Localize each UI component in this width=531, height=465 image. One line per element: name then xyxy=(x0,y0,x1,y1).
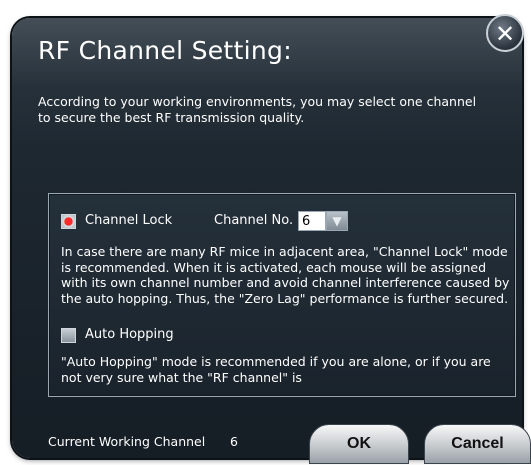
auto-hopping-description: "Auto Hopping" mode is recommended if yo… xyxy=(61,354,491,385)
current-working-channel-label: Current Working Channel xyxy=(48,434,206,449)
channel-no-label: Channel No. xyxy=(214,213,294,228)
rf-channel-dialog: RF Channel Setting: According to your wo… xyxy=(12,18,522,458)
channel-lock-checkbox[interactable] xyxy=(61,214,76,229)
channel-mode-panel: Channel Lock Channel No. 6 ▼ In case the… xyxy=(48,193,516,397)
auto-hopping-checkbox[interactable] xyxy=(61,328,76,343)
cancel-button[interactable]: Cancel xyxy=(424,424,531,464)
dialog-description: According to your working environments, … xyxy=(38,94,477,125)
dialog-title: RF Channel Setting: xyxy=(38,36,292,65)
current-working-channel-value: 6 xyxy=(230,434,238,449)
channel-lock-label: Channel Lock xyxy=(85,213,173,228)
auto-hopping-label: Auto Hopping xyxy=(85,327,174,342)
ok-button[interactable]: OK xyxy=(309,424,409,464)
channel-dropdown-arrow-icon[interactable]: ▼ xyxy=(326,211,348,231)
close-icon[interactable]: ✕ xyxy=(486,14,524,52)
channel-number-select[interactable]: 6 xyxy=(298,211,326,231)
window-frame: RF Channel Setting: According to your wo… xyxy=(0,0,531,465)
channel-lock-description: In case there are many RF mice in adjace… xyxy=(61,244,510,306)
